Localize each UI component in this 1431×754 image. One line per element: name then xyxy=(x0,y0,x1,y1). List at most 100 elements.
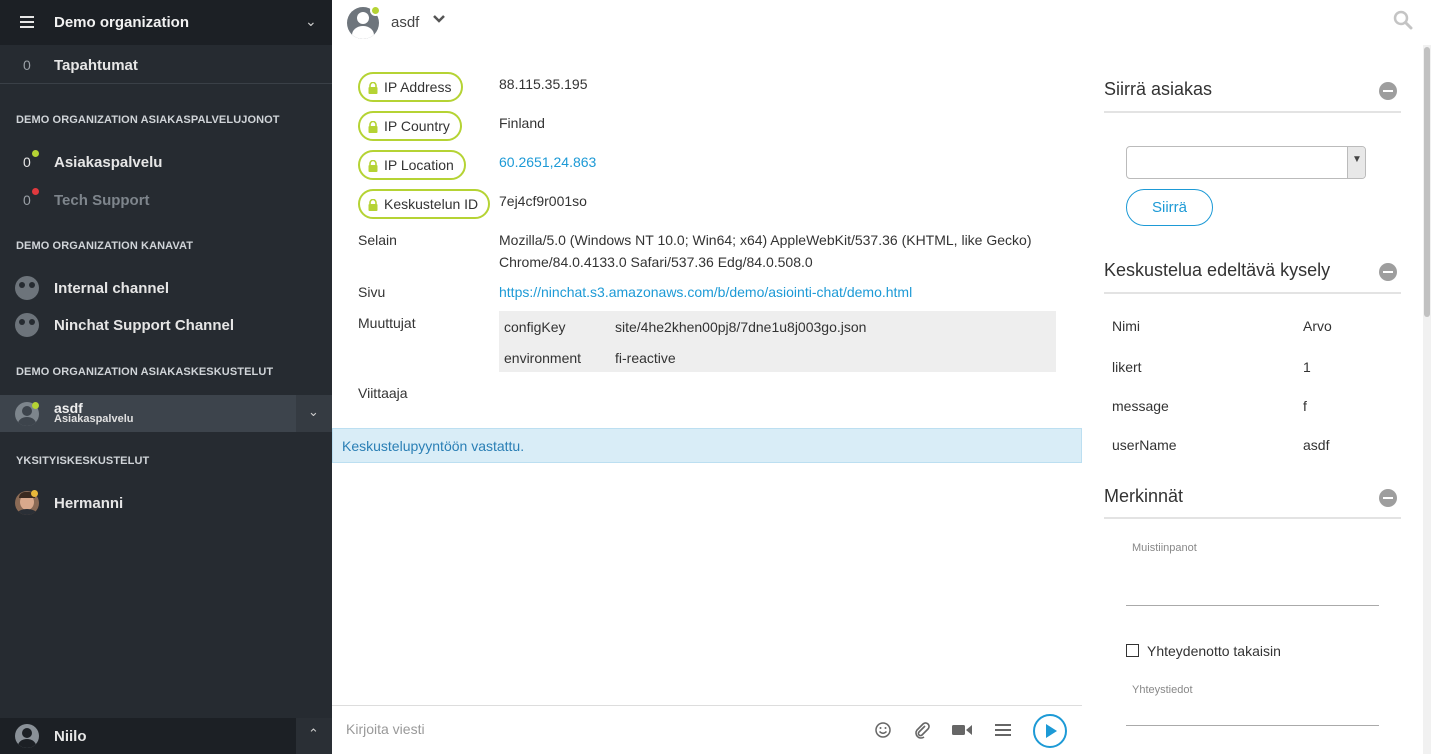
transfer-queue-select[interactable]: ▼ xyxy=(1126,146,1366,179)
conversation-user-name[interactable]: asdf xyxy=(391,14,419,31)
queue-count: 0 xyxy=(23,154,31,170)
send-button[interactable] xyxy=(1033,714,1067,748)
callback-checkbox[interactable] xyxy=(1126,644,1139,657)
browser-value-line2: Chrome/84.0.4133.0 Safari/537.36 Edg/84.… xyxy=(499,254,813,270)
variable-value: fi-reactive xyxy=(615,350,676,366)
scrollbar[interactable] xyxy=(1423,45,1431,754)
chevron-down-icon: ▼ xyxy=(1352,154,1362,165)
lock-icon xyxy=(368,159,378,172)
menu-lines-icon[interactable] xyxy=(994,721,1012,739)
events-label: Tapahtumat xyxy=(54,56,138,74)
lock-icon xyxy=(368,198,378,211)
sidebar-item-private-hermanni[interactable]: Hermanni xyxy=(0,490,332,515)
org-title: Demo organization xyxy=(54,14,190,31)
ip-country-label: IP Country xyxy=(384,118,450,134)
sidebar-item-internal-channel[interactable]: Internal channel xyxy=(0,276,332,300)
queue-count: 0 xyxy=(23,192,31,208)
notes-title: Merkinnät xyxy=(1104,486,1184,506)
avatar xyxy=(15,724,39,748)
current-user-bar[interactable]: Niilo ⌃ xyxy=(0,718,332,754)
ip-address-pill: IP Address xyxy=(358,72,464,102)
private-label: Hermanni xyxy=(54,494,124,512)
ip-address-label: IP Address xyxy=(384,79,452,95)
survey-row-name: likert xyxy=(1112,359,1142,375)
sidebar: Demo organization ⌄ 0 Tapahtumat DEMO OR… xyxy=(0,0,332,754)
user-menu-button[interactable]: ⌃ xyxy=(296,718,332,754)
queue-label: Asiakaspalvelu xyxy=(54,153,163,171)
video-call-icon[interactable] xyxy=(951,721,973,739)
sidebar-item-events[interactable]: 0 Tapahtumat xyxy=(0,55,332,75)
contact-input[interactable] xyxy=(1126,725,1379,726)
scrollbar-thumb[interactable] xyxy=(1424,47,1430,317)
lock-icon xyxy=(368,120,378,133)
variables-table: configKey site/4he2khen00pj8/7dne1u8j003… xyxy=(499,311,1056,372)
conversation-header xyxy=(332,0,1431,45)
section-rule xyxy=(1104,517,1401,519)
sidebar-item-queue-asiakaspalvelu[interactable]: 0 Asiakaspalvelu xyxy=(0,150,332,172)
conversation-id-value: 7ej4cf9r001so xyxy=(499,193,587,209)
collapse-icon[interactable] xyxy=(1379,82,1397,100)
status-notice: Keskustelupyyntöön vastattu. xyxy=(332,428,1082,463)
chevron-up-icon: ⌃ xyxy=(308,726,319,741)
hamburger-menu-icon[interactable] xyxy=(20,16,34,28)
channel-icon xyxy=(15,313,39,337)
survey-row-name: message xyxy=(1112,398,1169,414)
sidebar-divider xyxy=(0,83,332,84)
survey-row-name: userName xyxy=(1112,437,1177,453)
send-icon xyxy=(1046,724,1057,738)
survey-title: Keskustelua edeltävä kysely xyxy=(1104,260,1331,280)
conversation-expand-button[interactable]: ⌄ xyxy=(296,395,332,432)
ip-address-value: 88.115.35.195 xyxy=(499,76,588,92)
queue-label: Tech Support xyxy=(54,191,150,209)
notes-textarea[interactable] xyxy=(1126,605,1379,606)
survey-row-value: 1 xyxy=(1303,359,1311,375)
current-user-name: Niilo xyxy=(54,728,87,745)
collapse-icon[interactable] xyxy=(1379,489,1397,507)
conversation-id-label: Keskustelun ID xyxy=(384,196,479,212)
section-queues: DEMO ORGANIZATION ASIAKASPALVELUJONOT xyxy=(16,114,280,126)
section-private: YKSITYISKESKUSTELUT xyxy=(16,455,150,467)
away-status-dot xyxy=(31,490,38,497)
notes-field-label: Muistiinpanot xyxy=(1132,542,1197,554)
ip-country-pill: IP Country xyxy=(358,111,462,141)
online-status-dot xyxy=(32,402,39,409)
select-arrow: ▼ xyxy=(1347,147,1365,178)
collapse-icon[interactable] xyxy=(1379,263,1397,281)
attachment-icon[interactable] xyxy=(913,721,931,739)
variable-value: site/4he2khen00pj8/7dne1u8j003go.json xyxy=(615,319,867,335)
ip-location-pill: IP Location xyxy=(358,150,466,180)
offline-status-dot xyxy=(32,188,39,195)
emoji-icon[interactable] xyxy=(874,721,892,739)
online-status-dot xyxy=(370,5,381,16)
ip-location-link[interactable]: 60.2651,24.863 xyxy=(499,154,596,170)
variables-label: Muuttujat xyxy=(358,315,416,331)
org-header[interactable]: Demo organization ⌄ xyxy=(0,0,332,45)
page-label: Sivu xyxy=(358,284,386,300)
sidebar-item-conversation-asdf[interactable]: asdf Asiakaspalvelu ⌄ xyxy=(0,395,332,432)
section-rule xyxy=(1104,111,1401,113)
page-link[interactable]: https://ninchat.s3.amazonaws.com/b/demo/… xyxy=(499,284,912,300)
ip-country-value: Finland xyxy=(499,115,545,131)
sidebar-item-ninchat-support-channel[interactable]: Ninchat Support Channel xyxy=(0,313,332,337)
chevron-down-icon[interactable]: ⌄ xyxy=(305,13,317,30)
channel-label: Internal channel xyxy=(54,279,170,297)
section-conversations: DEMO ORGANIZATION ASIAKASKESKUSTELUT xyxy=(16,366,274,378)
sidebar-item-queue-tech-support[interactable]: 0 Tech Support xyxy=(0,188,332,210)
transfer-button[interactable]: Siirrä xyxy=(1126,189,1213,226)
section-rule xyxy=(1104,292,1401,294)
chevron-down-icon[interactable] xyxy=(432,12,446,30)
events-count: 0 xyxy=(23,57,31,73)
conversation-id-pill: Keskustelun ID xyxy=(358,189,491,219)
referrer-label: Viittaaja xyxy=(358,385,408,401)
section-channels: DEMO ORGANIZATION KANAVAT xyxy=(16,240,194,252)
transfer-title: Siirrä asiakas xyxy=(1104,79,1213,99)
status-notice-text: Keskustelupyyntöön vastattu. xyxy=(342,438,525,454)
conversation-queue: Asiakaspalvelu xyxy=(54,413,134,425)
online-status-dot xyxy=(32,150,39,157)
variable-key: configKey xyxy=(504,319,566,335)
search-icon[interactable] xyxy=(1393,10,1413,30)
lock-icon xyxy=(368,81,378,94)
message-input[interactable] xyxy=(346,716,846,742)
chevron-down-icon: ⌄ xyxy=(308,404,319,419)
survey-header-value: Arvo xyxy=(1303,318,1332,334)
